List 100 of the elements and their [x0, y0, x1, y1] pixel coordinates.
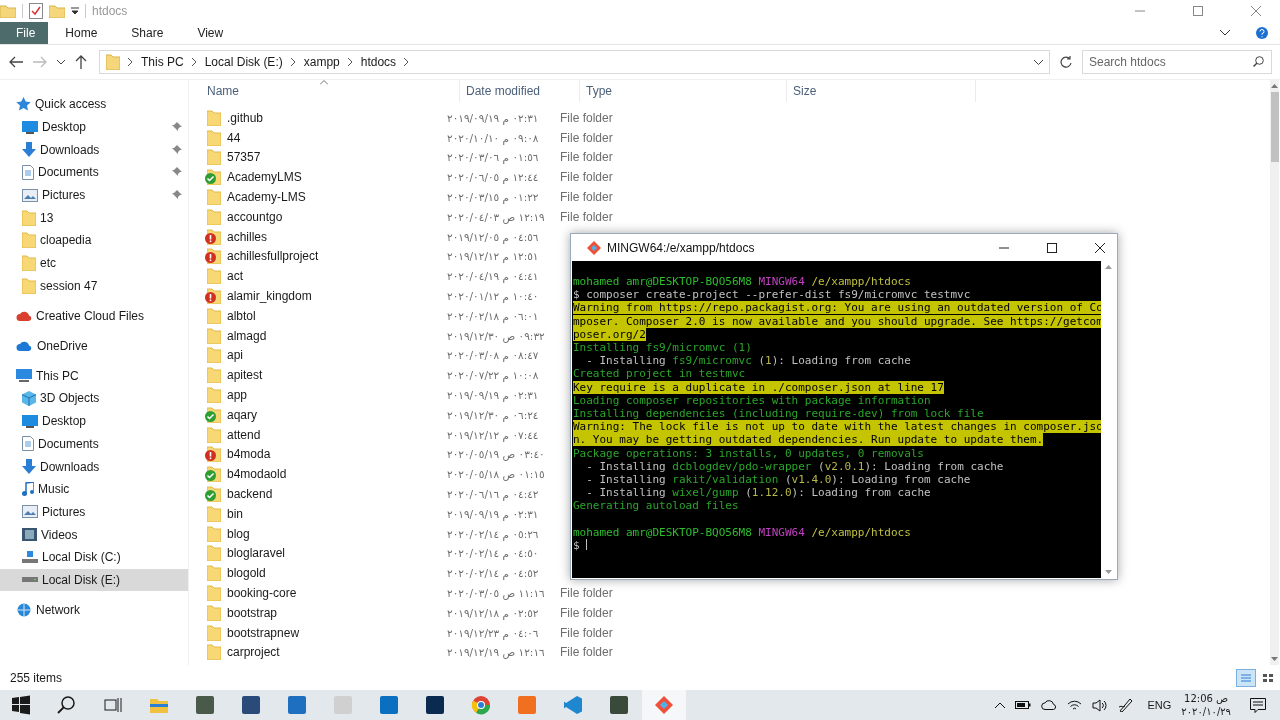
scroll-thumb[interactable] — [1270, 92, 1279, 162]
dropdown-icon[interactable] — [57, 59, 65, 65]
pen-icon[interactable] — [1118, 698, 1135, 712]
dropdown-icon[interactable] — [71, 7, 79, 15]
file-name[interactable]: apitest — [227, 368, 263, 383]
sidebar-item[interactable]: Videos — [0, 523, 188, 546]
scroll-down-icon[interactable] — [1271, 657, 1278, 661]
breadcrumb[interactable]: Local Disk (E:) — [204, 55, 283, 69]
sidebar-item[interactable]: Creative Cloud Files — [0, 304, 188, 328]
ribbon-tab[interactable]: Share — [114, 22, 181, 44]
chevron-icon[interactable] — [1220, 30, 1230, 36]
battery-icon[interactable] — [1015, 700, 1032, 710]
sidebar-item[interactable]: etc — [0, 251, 188, 275]
cloud-icon[interactable] — [1041, 700, 1058, 710]
file-name[interactable]: achillesfullproject — [227, 249, 319, 264]
chevron-up-icon[interactable] — [995, 702, 1006, 708]
column-header[interactable]: Name — [189, 80, 460, 102]
search-icon[interactable] — [57, 695, 77, 715]
file-name[interactable]: b4modaold — [227, 467, 287, 482]
scroll-up-icon[interactable] — [1271, 84, 1278, 88]
file-name[interactable]: app — [227, 388, 248, 403]
chevron-right-icon[interactable] — [191, 58, 197, 66]
sidebar-item[interactable]: Desktop — [0, 115, 188, 139]
file-name[interactable]: bootstrapnew — [227, 625, 300, 640]
chevron-right-icon[interactable] — [290, 58, 296, 66]
sidebar-item[interactable]: 13 — [0, 206, 188, 230]
file-name[interactable]: carproject — [227, 645, 280, 660]
sidebar-item[interactable]: Desktop — [0, 409, 188, 433]
file-name[interactable]: blog — [227, 526, 250, 541]
column-header[interactable]: Size — [787, 80, 976, 102]
column-header[interactable]: Type — [580, 80, 787, 102]
picture-icon — [22, 505, 38, 519]
sidebar-item[interactable]: This PC — [0, 364, 188, 388]
chevron-right-icon[interactable] — [128, 58, 133, 66]
ribbon-tab[interactable]: File — [0, 22, 49, 44]
chevron-right-icon[interactable] — [404, 58, 410, 66]
speaker-icon[interactable] — [1092, 698, 1109, 712]
ribbon-tab[interactable]: Home — [48, 22, 115, 44]
sidebar-item[interactable]: cloapedia — [0, 229, 188, 252]
sidebar-item[interactable]: 3D Objects — [0, 387, 188, 410]
clock[interactable]: 12:06 ص ٢٠٢٠/١٠/٢٩ — [1181, 692, 1231, 718]
file-name[interactable]: bin — [227, 506, 243, 521]
sidebar-item[interactable]: Local Disk (E:) — [0, 568, 188, 592]
sidebar-item[interactable]: Downloads — [0, 455, 188, 478]
file-name[interactable]: bootstrap — [227, 605, 278, 620]
file-name[interactable]: Academy-LMS — [227, 190, 306, 205]
file-name[interactable]: .github — [227, 110, 264, 125]
file-name[interactable]: bloglaravel — [227, 546, 286, 561]
file-name[interactable]: booking-core — [227, 586, 297, 600]
file-name[interactable]: albtol — [227, 308, 256, 323]
sidebar-item[interactable]: Pictures — [0, 183, 188, 207]
scrollbar[interactable] — [1101, 261, 1116, 578]
properties-icon[interactable] — [29, 3, 43, 19]
wifi-icon[interactable] — [1067, 698, 1083, 712]
language-indicator[interactable]: ENG — [1147, 699, 1172, 711]
file-name[interactable]: api — [227, 348, 243, 363]
up-arrow-icon[interactable] — [75, 55, 87, 69]
file-name[interactable]: blogold — [227, 566, 266, 581]
start-icon[interactable] — [11, 695, 31, 715]
file-name[interactable]: alamir_kingdom — [227, 289, 312, 304]
scrollbar[interactable] — [1270, 80, 1279, 665]
breadcrumb[interactable]: This PC — [141, 55, 184, 69]
search-field[interactable]: Search htdocs — [1082, 50, 1272, 74]
notification-icon[interactable] — [1250, 697, 1266, 713]
sidebar-item[interactable]: Downloads — [0, 138, 188, 162]
breadcrumb[interactable]: htdocs — [360, 55, 397, 69]
maximize-icon[interactable] — [1047, 242, 1057, 253]
close-icon[interactable] — [1095, 242, 1105, 253]
sidebar-item[interactable]: Pictures — [0, 500, 188, 524]
task-view-icon[interactable] — [103, 695, 123, 715]
sidebar-item[interactable]: Music — [0, 477, 188, 501]
file-name[interactable]: 57357 — [227, 150, 261, 165]
sidebar-item[interactable]: Local Disk (C:) — [0, 545, 188, 569]
file-name[interactable]: backend — [227, 487, 273, 502]
back-arrow-icon[interactable] — [9, 56, 23, 68]
help-icon[interactable] — [1256, 27, 1268, 39]
address-field[interactable]: This PC Local Disk (E:) xampp htdocs — [99, 50, 1050, 74]
file-name[interactable]: attend — [227, 427, 261, 442]
ribbon-tab[interactable]: View — [180, 22, 241, 44]
file-name[interactable]: achilles — [227, 229, 268, 244]
sidebar-item[interactable]: Documents — [0, 432, 188, 456]
refresh-icon[interactable] — [1060, 56, 1072, 68]
sidebar-item[interactable]: Network — [0, 598, 188, 622]
scroll-down-icon[interactable] — [1105, 570, 1112, 574]
file-name[interactable]: b4moda — [227, 447, 271, 462]
sidebar-item[interactable]: Quick access — [0, 93, 188, 116]
file-name[interactable]: accountgo — [227, 209, 283, 224]
sidebar-item[interactable]: session 47 — [0, 274, 188, 298]
file-name[interactable]: 44 — [227, 130, 241, 145]
breadcrumb[interactable]: xampp — [303, 55, 340, 69]
file-name[interactable]: almagd — [227, 328, 267, 343]
dropdown-icon[interactable] — [1034, 59, 1043, 65]
sidebar-item[interactable]: OneDrive — [0, 334, 188, 358]
file-name[interactable]: aqary — [227, 407, 258, 422]
column-header[interactable]: Date modified — [460, 80, 580, 102]
chevron-right-icon[interactable] — [347, 58, 353, 66]
scroll-up-icon[interactable] — [1105, 265, 1112, 269]
file-name[interactable]: act — [227, 269, 243, 284]
file-name[interactable]: AcademyLMS — [227, 170, 302, 185]
sidebar-item[interactable]: Documents — [0, 161, 188, 184]
